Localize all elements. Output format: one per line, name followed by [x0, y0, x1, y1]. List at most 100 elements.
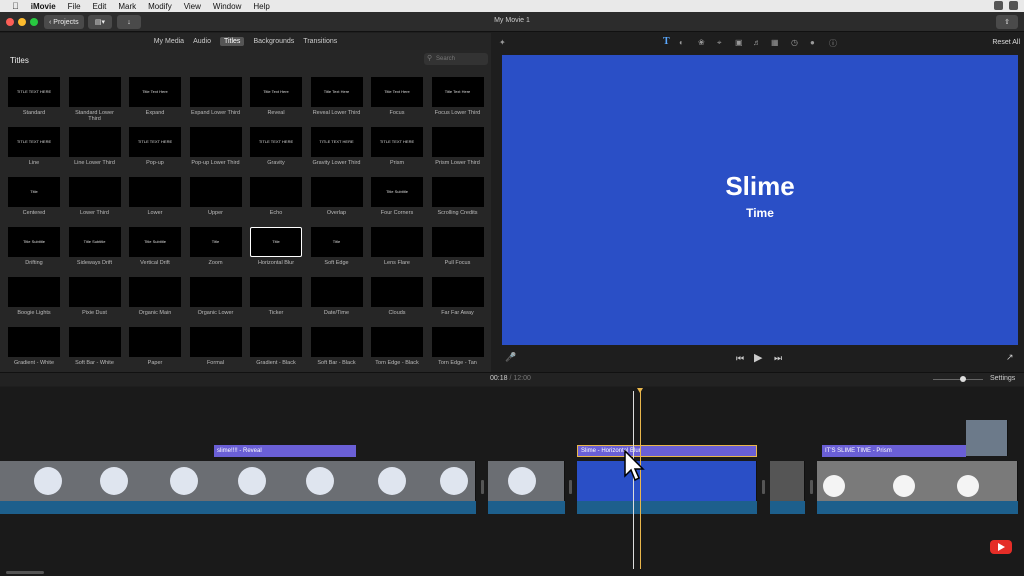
tab-transitions[interactable]: Transitions	[303, 38, 337, 45]
title-tile[interactable]: Formal	[189, 327, 242, 368]
tab-audio[interactable]: Audio	[193, 38, 211, 45]
title-tile[interactable]: Soft Bar - Black	[310, 327, 363, 368]
title-tile[interactable]: Title Soft Edge	[310, 227, 363, 268]
speed-icon[interactable]: ◷	[791, 38, 798, 47]
title-tile[interactable]: Lower	[129, 177, 181, 218]
info-icon[interactable]: ⓘ	[829, 38, 837, 49]
title-tile[interactable]: Standard Lower Third	[68, 77, 121, 122]
playhead-marker[interactable]	[637, 388, 643, 393]
title-tile[interactable]: Lens Flare	[371, 227, 423, 268]
title-tile[interactable]: Title Text Here Reveal Lower Third	[310, 77, 363, 118]
title-tile[interactable]: Soft Bar - White	[68, 327, 121, 368]
title-tile[interactable]: Organic Lower	[189, 277, 242, 318]
title-tile[interactable]: TITLE TEXT HERE Standard	[8, 77, 60, 118]
title-tile[interactable]: Expand Lower Third	[189, 77, 242, 118]
noise-reduction-icon[interactable]: ▦	[771, 38, 779, 47]
title-tile[interactable]: Title Centered	[8, 177, 60, 218]
title-tile[interactable]: Title Subtitle Drifting	[8, 227, 60, 268]
title-tile[interactable]: Far Far Away	[431, 277, 484, 318]
title-tile[interactable]: Clouds	[371, 277, 423, 318]
microphone-icon[interactable]: 🎤	[505, 352, 516, 363]
video-clip[interactable]	[0, 461, 476, 501]
title-tile[interactable]: Title Text Here Focus	[371, 77, 423, 118]
menu-modify[interactable]: Modify	[148, 2, 172, 11]
title-tile[interactable]: Lower Third	[68, 177, 121, 218]
title-tile[interactable]: Gradient - Black	[250, 327, 302, 368]
title-tile[interactable]: Boogie Lights	[8, 277, 60, 318]
zoom-slider-track[interactable]	[933, 379, 983, 380]
title-background-clip[interactable]	[577, 461, 757, 501]
status-icon[interactable]	[1009, 1, 1018, 10]
tab-titles[interactable]: Titles	[219, 37, 245, 46]
title-tile[interactable]: Title Zoom	[189, 227, 242, 268]
title-tile[interactable]: Pop-up Lower Third	[189, 127, 242, 168]
skip-back-icon[interactable]: ⏮	[736, 353, 744, 364]
title-tile[interactable]: Torn Edge - Black	[371, 327, 423, 368]
title-tile[interactable]: Title Subtitle Four Corners	[371, 177, 423, 218]
clip-trim-handle[interactable]	[762, 480, 765, 494]
clip-trim-handle[interactable]	[569, 480, 572, 494]
title-tile[interactable]: Overlap	[310, 177, 363, 218]
video-preview[interactable]: Slime Time	[502, 55, 1018, 345]
title-tile[interactable]: TITLE TEXT HERE Gravity	[250, 127, 302, 168]
color-balance-icon[interactable]: ◐	[679, 38, 684, 47]
menu-help[interactable]: Help	[253, 2, 269, 11]
title-tile[interactable]: TITLE TEXT HERE Gravity Lower Third	[310, 127, 363, 168]
title-tile[interactable]: Pixie Dust	[68, 277, 121, 318]
title-tile[interactable]: TITLE TEXT HERE Line	[8, 127, 60, 168]
title-tile[interactable]: Title Horizontal Blur	[250, 227, 302, 268]
title-tile[interactable]: Echo	[250, 177, 302, 218]
title-tile[interactable]: Title Text Here Expand	[129, 77, 181, 118]
search-input[interactable]: ⚲ Search	[424, 53, 488, 65]
tab-my-media[interactable]: My Media	[154, 38, 184, 45]
clip-trim-handle[interactable]	[481, 480, 484, 494]
apple-menu-icon[interactable]: 	[12, 1, 19, 11]
cutaway-clip[interactable]	[966, 420, 1008, 456]
title-tile[interactable]: Paper	[129, 327, 181, 368]
title-clip-reveal[interactable]: slime!!!! - Reveal	[214, 445, 356, 457]
timeline-settings-button[interactable]: Settings	[990, 375, 1015, 382]
title-tile[interactable]: Pull Focus	[431, 227, 484, 268]
app-menu[interactable]: iMovie	[31, 2, 56, 11]
video-clip[interactable]	[488, 461, 565, 501]
menu-edit[interactable]: Edit	[93, 2, 107, 11]
menu-mark[interactable]: Mark	[118, 2, 136, 11]
share-button[interactable]: ⇧	[996, 15, 1018, 29]
reset-all-button[interactable]: Reset All	[992, 39, 1020, 46]
magic-wand-icon[interactable]: ✦	[499, 38, 506, 47]
title-tile[interactable]: Scrolling Credits	[431, 177, 484, 218]
color-correction-icon[interactable]: ❀	[698, 38, 705, 47]
status-icon[interactable]	[994, 1, 1003, 10]
title-tile[interactable]: Title Text Here Reveal	[250, 77, 302, 118]
title-tile[interactable]: Gradient - White	[8, 327, 60, 368]
zoom-slider-handle[interactable]	[960, 376, 966, 382]
clip-filter-icon[interactable]: ●	[810, 38, 815, 47]
title-tile[interactable]: Title Subtitle Sideways Drift	[68, 227, 121, 268]
tab-backgrounds[interactable]: Backgrounds	[253, 38, 294, 45]
fullscreen-icon[interactable]: ↗	[1006, 352, 1014, 363]
menu-view[interactable]: View	[184, 2, 201, 11]
title-clip-horizontal-blur[interactable]: Slime - Horizontal Blur	[577, 445, 757, 457]
menu-file[interactable]: File	[68, 2, 81, 11]
clip-trim-handle[interactable]	[810, 480, 813, 494]
title-tile[interactable]: TITLE TEXT HERE Pop-up	[129, 127, 181, 168]
menu-window[interactable]: Window	[213, 2, 241, 11]
title-tile[interactable]: Upper	[189, 177, 242, 218]
title-tile[interactable]: Title Subtitle Vertical Drift	[129, 227, 181, 268]
volume-icon[interactable]: ♬	[753, 38, 761, 47]
title-tile[interactable]: Organic Main	[129, 277, 181, 318]
title-tile[interactable]: Line Lower Third	[68, 127, 121, 168]
title-clip-prism[interactable]: IT'S SLIME TIME - Prism	[822, 445, 966, 457]
crop-icon[interactable]: ⌖	[717, 38, 722, 48]
video-clip[interactable]	[770, 461, 805, 501]
title-tool-icon[interactable]: T	[663, 36, 670, 47]
title-tile[interactable]: Torn Edge - Tan	[431, 327, 484, 368]
title-tile[interactable]: Ticker	[250, 277, 302, 318]
title-tile[interactable]: Date/Time	[310, 277, 363, 318]
title-tile[interactable]: Title Text Here Focus Lower Third	[431, 77, 484, 118]
title-tile[interactable]: Prism Lower Third	[431, 127, 484, 168]
stabilization-icon[interactable]: ▣	[735, 38, 743, 47]
video-clip[interactable]	[817, 461, 1018, 501]
timeline-scrollbar[interactable]	[6, 571, 44, 574]
play-icon[interactable]: ▶	[754, 351, 762, 364]
